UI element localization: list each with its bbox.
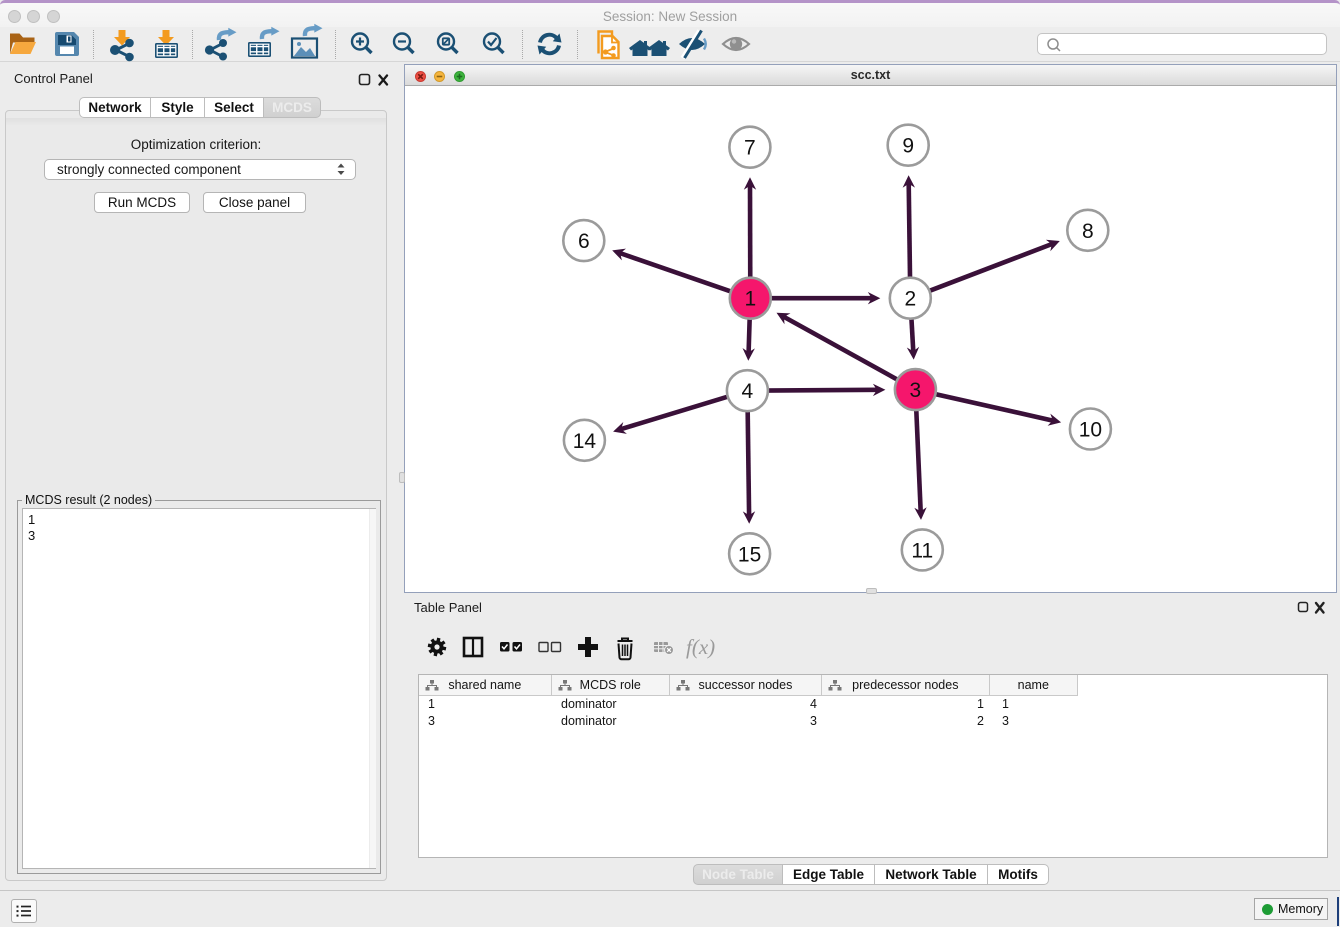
svg-text:2: 2 xyxy=(904,288,916,311)
svg-text:9: 9 xyxy=(902,135,914,158)
svg-text:3: 3 xyxy=(910,379,922,402)
svg-text:6: 6 xyxy=(578,230,590,253)
svg-text:15: 15 xyxy=(738,543,761,566)
svg-text:8: 8 xyxy=(1082,220,1094,243)
svg-text:1: 1 xyxy=(744,288,756,311)
svg-text:f(x): f(x) xyxy=(686,635,715,659)
svg-text:4: 4 xyxy=(742,380,754,403)
svg-text:10: 10 xyxy=(1079,419,1102,442)
svg-text:11: 11 xyxy=(911,539,933,562)
svg-text:7: 7 xyxy=(744,137,756,160)
svg-text:14: 14 xyxy=(573,430,597,453)
